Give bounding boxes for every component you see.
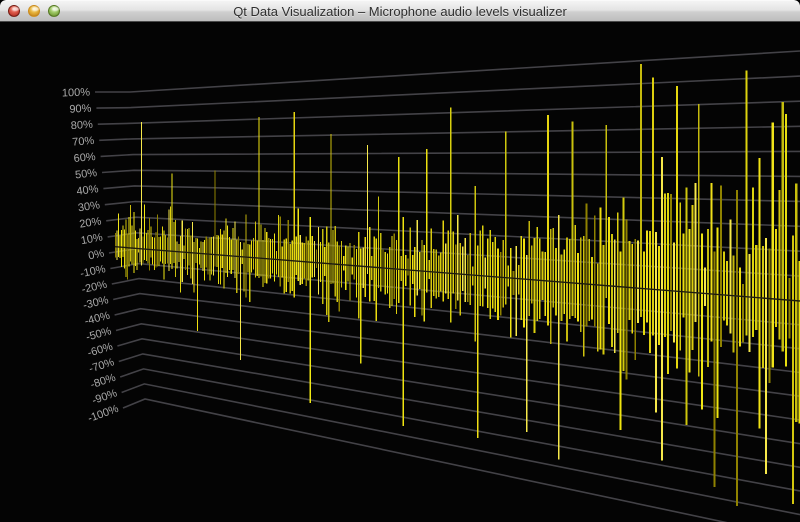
svg-text:60%: 60% (73, 151, 96, 165)
svg-text:20%: 20% (79, 215, 103, 230)
svg-text:-30%: -30% (82, 294, 110, 312)
svg-text:80%: 80% (70, 119, 93, 132)
svg-text:10%: 10% (80, 231, 104, 247)
svg-text:90%: 90% (69, 103, 92, 116)
window-titlebar[interactable]: Qt Data Visualization – Microphone audio… (0, 0, 800, 22)
axis-labels: 100% 90% 80% 70% 60% 50% 40%30%20%10%0%-10%-20… (62, 86, 121, 424)
svg-text:-20%: -20% (81, 279, 109, 296)
svg-text:-10%: -10% (79, 263, 107, 280)
svg-text:70%: 70% (72, 135, 95, 149)
window-title: Qt Data Visualization – Microphone audio… (0, 1, 800, 21)
app-window: Qt Data Visualization – Microphone audio… (0, 0, 800, 522)
svg-text:100%: 100% (62, 86, 91, 99)
audio-bars (115, 64, 800, 506)
svg-text:30%: 30% (77, 199, 101, 214)
svg-text:40%: 40% (76, 183, 100, 198)
svg-text:50%: 50% (74, 167, 97, 181)
visualizer-content: 100% 90% 80% 70% 60% 50% 40%30%20%10%0%-10%-20… (0, 22, 800, 522)
audio-levels-3d-chart[interactable]: 100% 90% 80% 70% 60% 50% 40%30%20%10%0%-10%-20… (0, 22, 800, 522)
svg-text:0%: 0% (87, 248, 105, 263)
svg-text:-100%: -100% (86, 403, 120, 425)
